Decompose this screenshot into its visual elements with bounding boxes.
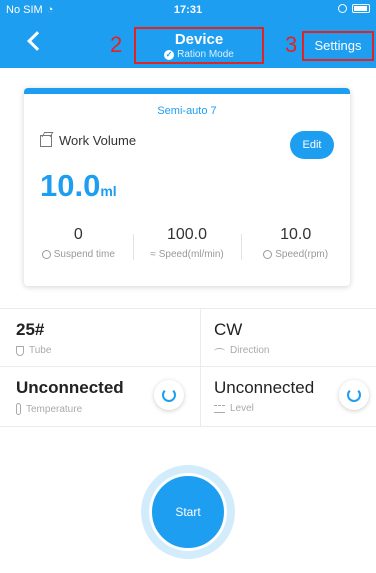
subtitle-text: Ration Mode xyxy=(177,49,234,60)
card-accent-bar xyxy=(24,88,350,94)
stat-value: 10.0 xyxy=(280,226,312,243)
stat-label: Speed(rpm) xyxy=(241,249,350,260)
level-label: Level xyxy=(214,403,314,414)
level-cell: Unconnected Level xyxy=(214,378,314,414)
tube-label-text: Tube xyxy=(29,345,52,356)
grid-divider-vertical xyxy=(200,308,201,426)
mode-subtitle: ✓ Ration Mode xyxy=(136,49,262,60)
refresh-icon xyxy=(162,388,176,402)
temperature-cell: Unconnected Temperature xyxy=(16,378,124,415)
stat-suspend-time: 0 Suspend time xyxy=(24,226,133,260)
temperature-label-text: Temperature xyxy=(26,403,83,415)
cube-icon xyxy=(40,134,52,147)
work-volume-card: Semi-auto 7 Work Volume Edit 10.0ml 0 Su… xyxy=(24,88,350,286)
direction-cell[interactable]: CW Direction xyxy=(214,320,269,356)
stat-value: 0 xyxy=(73,226,83,243)
level-value: Unconnected xyxy=(214,378,315,397)
settings-button[interactable]: Settings xyxy=(302,31,374,61)
annotation-number-2: 2 xyxy=(110,32,123,57)
volume-unit: ml xyxy=(100,183,117,199)
grid-divider-bottom xyxy=(0,426,376,427)
level-refresh-button[interactable] xyxy=(339,380,369,410)
status-bar: No SIM ◔ 17:31 xyxy=(0,0,376,22)
direction-label-text: Direction xyxy=(230,345,270,356)
stat-value: 100.0 xyxy=(166,226,208,243)
stat-label-text: Suspend time xyxy=(53,249,115,260)
rotation-icon xyxy=(263,250,273,259)
page-title: Device xyxy=(174,31,224,48)
stat-label: Suspend time xyxy=(24,249,133,260)
battery-icon xyxy=(352,4,370,13)
status-time: 17:31 xyxy=(173,4,203,16)
flow-icon: ≈ xyxy=(150,249,156,260)
stat-speed-flow: 100.0 ≈ Speed(ml/min) xyxy=(132,226,242,260)
volume-display: 10.0ml xyxy=(40,168,117,204)
edit-button[interactable]: Edit xyxy=(290,131,334,159)
direction-value: CW xyxy=(214,320,243,339)
orientation-lock-icon xyxy=(338,4,347,13)
grid-divider-middle xyxy=(0,366,376,367)
stats-row: 0 Suspend time 100.0 ≈ Speed(ml/min) 10.… xyxy=(24,226,350,260)
tube-cell[interactable]: 25# Tube xyxy=(16,320,51,356)
back-icon[interactable] xyxy=(27,31,47,51)
clock-icon xyxy=(41,250,51,259)
work-volume-label: Work Volume xyxy=(59,133,137,148)
stat-speed-rpm: 10.0 Speed(rpm) xyxy=(241,226,350,260)
thermometer-icon xyxy=(16,403,21,415)
title-highlight-box: Device ✓ Ration Mode xyxy=(134,27,264,64)
app-header: No SIM ◔ 17:31 2 Device ✓ Ration Mode 3 … xyxy=(0,0,376,68)
tube-value: 25# xyxy=(16,320,45,339)
tube-icon xyxy=(16,345,24,356)
stat-label: ≈ Speed(ml/min) xyxy=(133,249,242,260)
rotate-icon xyxy=(214,347,225,354)
level-label-text: Level xyxy=(230,403,254,414)
temperature-label: Temperature xyxy=(16,403,124,415)
direction-label: Direction xyxy=(214,345,269,356)
grid-divider-top xyxy=(0,308,376,309)
mode-label: Semi-auto 7 xyxy=(157,105,217,117)
work-volume-row: Work Volume xyxy=(40,133,136,148)
level-icon xyxy=(214,404,225,413)
start-button[interactable]: Start xyxy=(149,473,227,551)
volume-value: 10.0 xyxy=(40,168,101,203)
tube-label: Tube xyxy=(16,345,51,356)
check-circle-icon: ✓ xyxy=(164,49,175,60)
temperature-refresh-button[interactable] xyxy=(154,380,184,410)
status-right xyxy=(338,4,370,13)
temperature-value: Unconnected xyxy=(16,378,124,397)
stat-label-text: Speed(ml/min) xyxy=(158,249,224,260)
refresh-icon xyxy=(347,388,361,402)
stat-label-text: Speed(rpm) xyxy=(275,249,329,260)
annotation-number-3: 3 xyxy=(285,32,298,57)
